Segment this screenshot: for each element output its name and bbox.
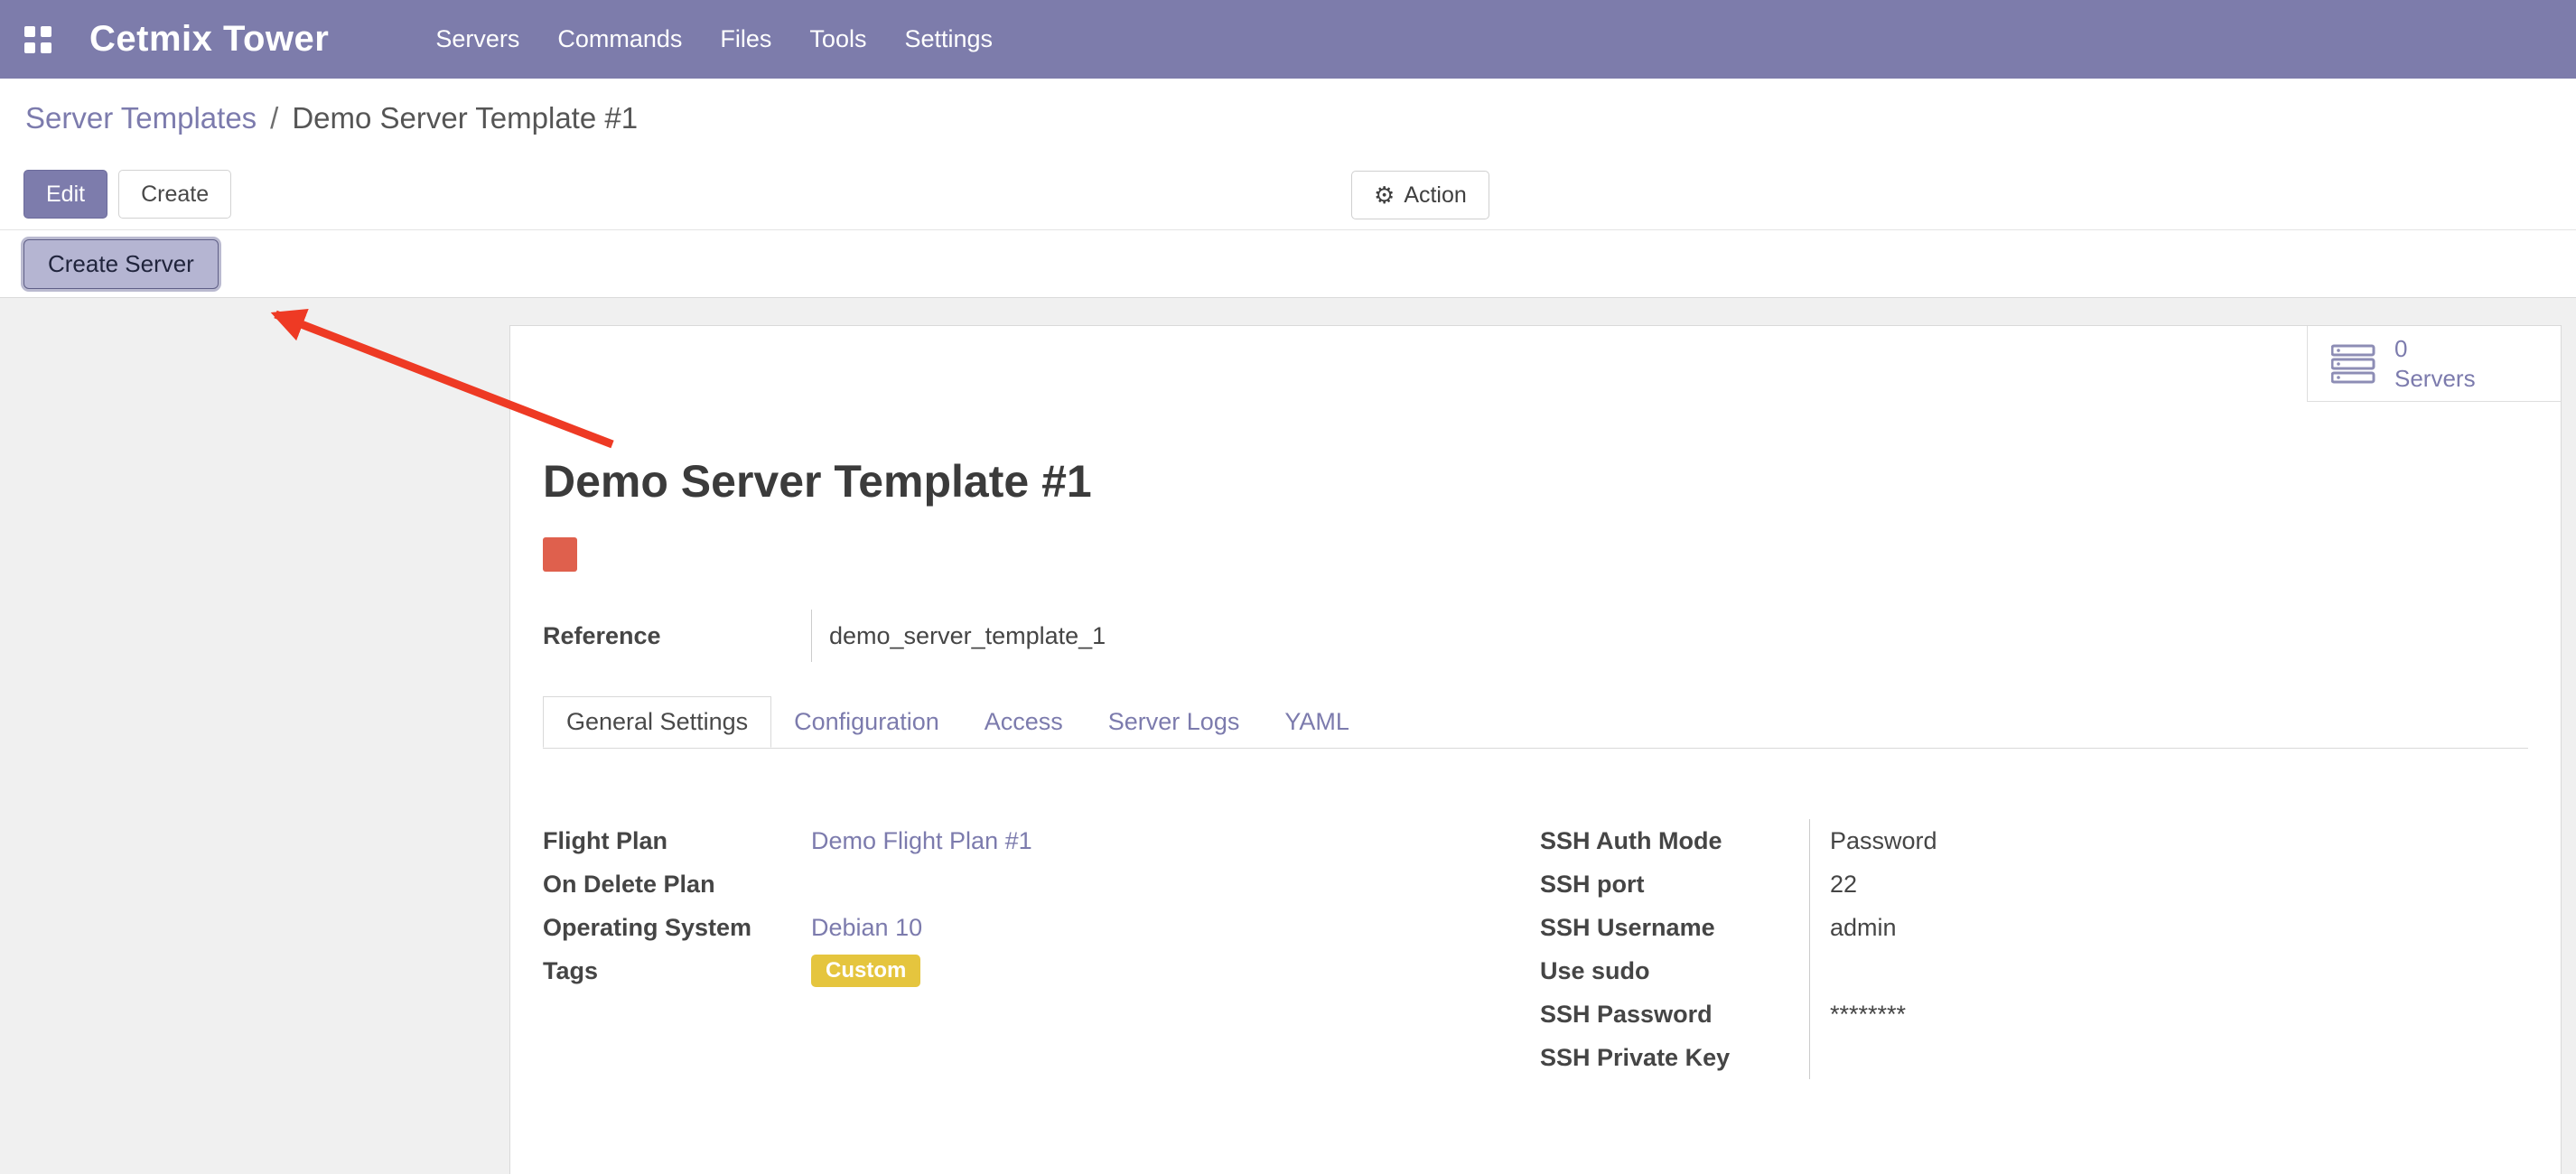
field-group-left: Flight Plan On Delete Plan Operating Sys… [543,819,1540,1079]
field-label-ssh-port: SSH port [1540,862,1809,906]
reference-label: Reference [543,610,811,662]
create-server-button[interactable]: Create Server [23,239,219,289]
field-value-use-sudo [1830,949,2528,992]
tag-badge: Custom [811,955,920,987]
breadcrumb-parent-link[interactable]: Server Templates [25,101,257,135]
field-value-ssh-auth-mode: Password [1830,819,2528,862]
field-label-flight-plan: Flight Plan [543,819,811,862]
notebook-tabs: General Settings Configuration Access Se… [543,696,2528,749]
top-navbar: Cetmix Tower Servers Commands Files Tool… [0,0,2576,79]
reference-value: demo_server_template_1 [811,610,1106,662]
content-area: 0 Servers Demo Server Template #1 Refere… [0,298,2576,1174]
reference-field: Reference demo_server_template_1 [543,610,2528,662]
field-label-on-delete-plan: On Delete Plan [543,862,811,906]
control-panel: Edit Create ⚙ Action [0,158,2576,230]
menu-item-tools[interactable]: Tools [809,25,866,53]
main-menu: Servers Commands Files Tools Settings [435,25,993,53]
field-value-ssh-port: 22 [1830,862,2528,906]
action-button-label: Action [1404,182,1466,209]
field-label-tags: Tags [543,949,811,992]
menu-item-settings[interactable]: Settings [904,25,993,53]
gear-icon: ⚙ [1374,183,1395,207]
create-button[interactable]: Create [118,170,231,219]
form-sheet: 0 Servers Demo Server Template #1 Refere… [509,325,2562,1174]
field-value-flight-plan[interactable]: Demo Flight Plan #1 [811,827,1032,855]
field-label-use-sudo: Use sudo [1540,949,1809,992]
field-label-operating-system: Operating System [543,906,811,949]
field-label-ssh-auth-mode: SSH Auth Mode [1540,819,1809,862]
tab-yaml[interactable]: YAML [1262,696,1372,748]
field-value-operating-system[interactable]: Debian 10 [811,914,922,942]
tab-access[interactable]: Access [962,696,1086,748]
field-value-ssh-password: ******** [1830,992,2528,1036]
servers-stat-icon [2331,344,2376,384]
sheet-body: Demo Server Template #1 Reference demo_s… [510,326,2561,1133]
menu-item-servers[interactable]: Servers [435,25,519,53]
tab-general-settings[interactable]: General Settings [543,696,771,748]
breadcrumb: Server Templates / Demo Server Template … [0,79,2576,158]
tab-server-logs[interactable]: Server Logs [1086,696,1263,748]
servers-count-label: Servers [2394,364,2476,394]
field-label-ssh-password: SSH Password [1540,992,1809,1036]
record-title: Demo Server Template #1 [543,455,2528,508]
field-label-ssh-username: SSH Username [1540,906,1809,949]
field-group-right: SSH Auth Mode SSH port SSH Username Use … [1540,819,2528,1079]
app-brand: Cetmix Tower [89,19,329,60]
menu-item-commands[interactable]: Commands [557,25,682,53]
apps-grid-icon[interactable] [24,26,51,53]
edit-button[interactable]: Edit [23,170,107,219]
breadcrumb-separator: / [270,101,278,135]
menu-item-files[interactable]: Files [720,25,771,53]
servers-stat-button[interactable]: 0 Servers [2307,326,2561,402]
field-value-ssh-username: admin [1830,906,2528,949]
field-value-ssh-private-key [1830,1036,2528,1079]
object-buttons-row: Create Server [0,230,2576,298]
tab-configuration[interactable]: Configuration [771,696,962,748]
servers-count: 0 [2394,334,2476,364]
field-groups: Flight Plan On Delete Plan Operating Sys… [543,819,2528,1133]
color-swatch [543,537,577,572]
action-button[interactable]: ⚙ Action [1351,171,1489,219]
breadcrumb-current: Demo Server Template #1 [292,101,638,135]
field-label-ssh-private-key: SSH Private Key [1540,1036,1809,1079]
